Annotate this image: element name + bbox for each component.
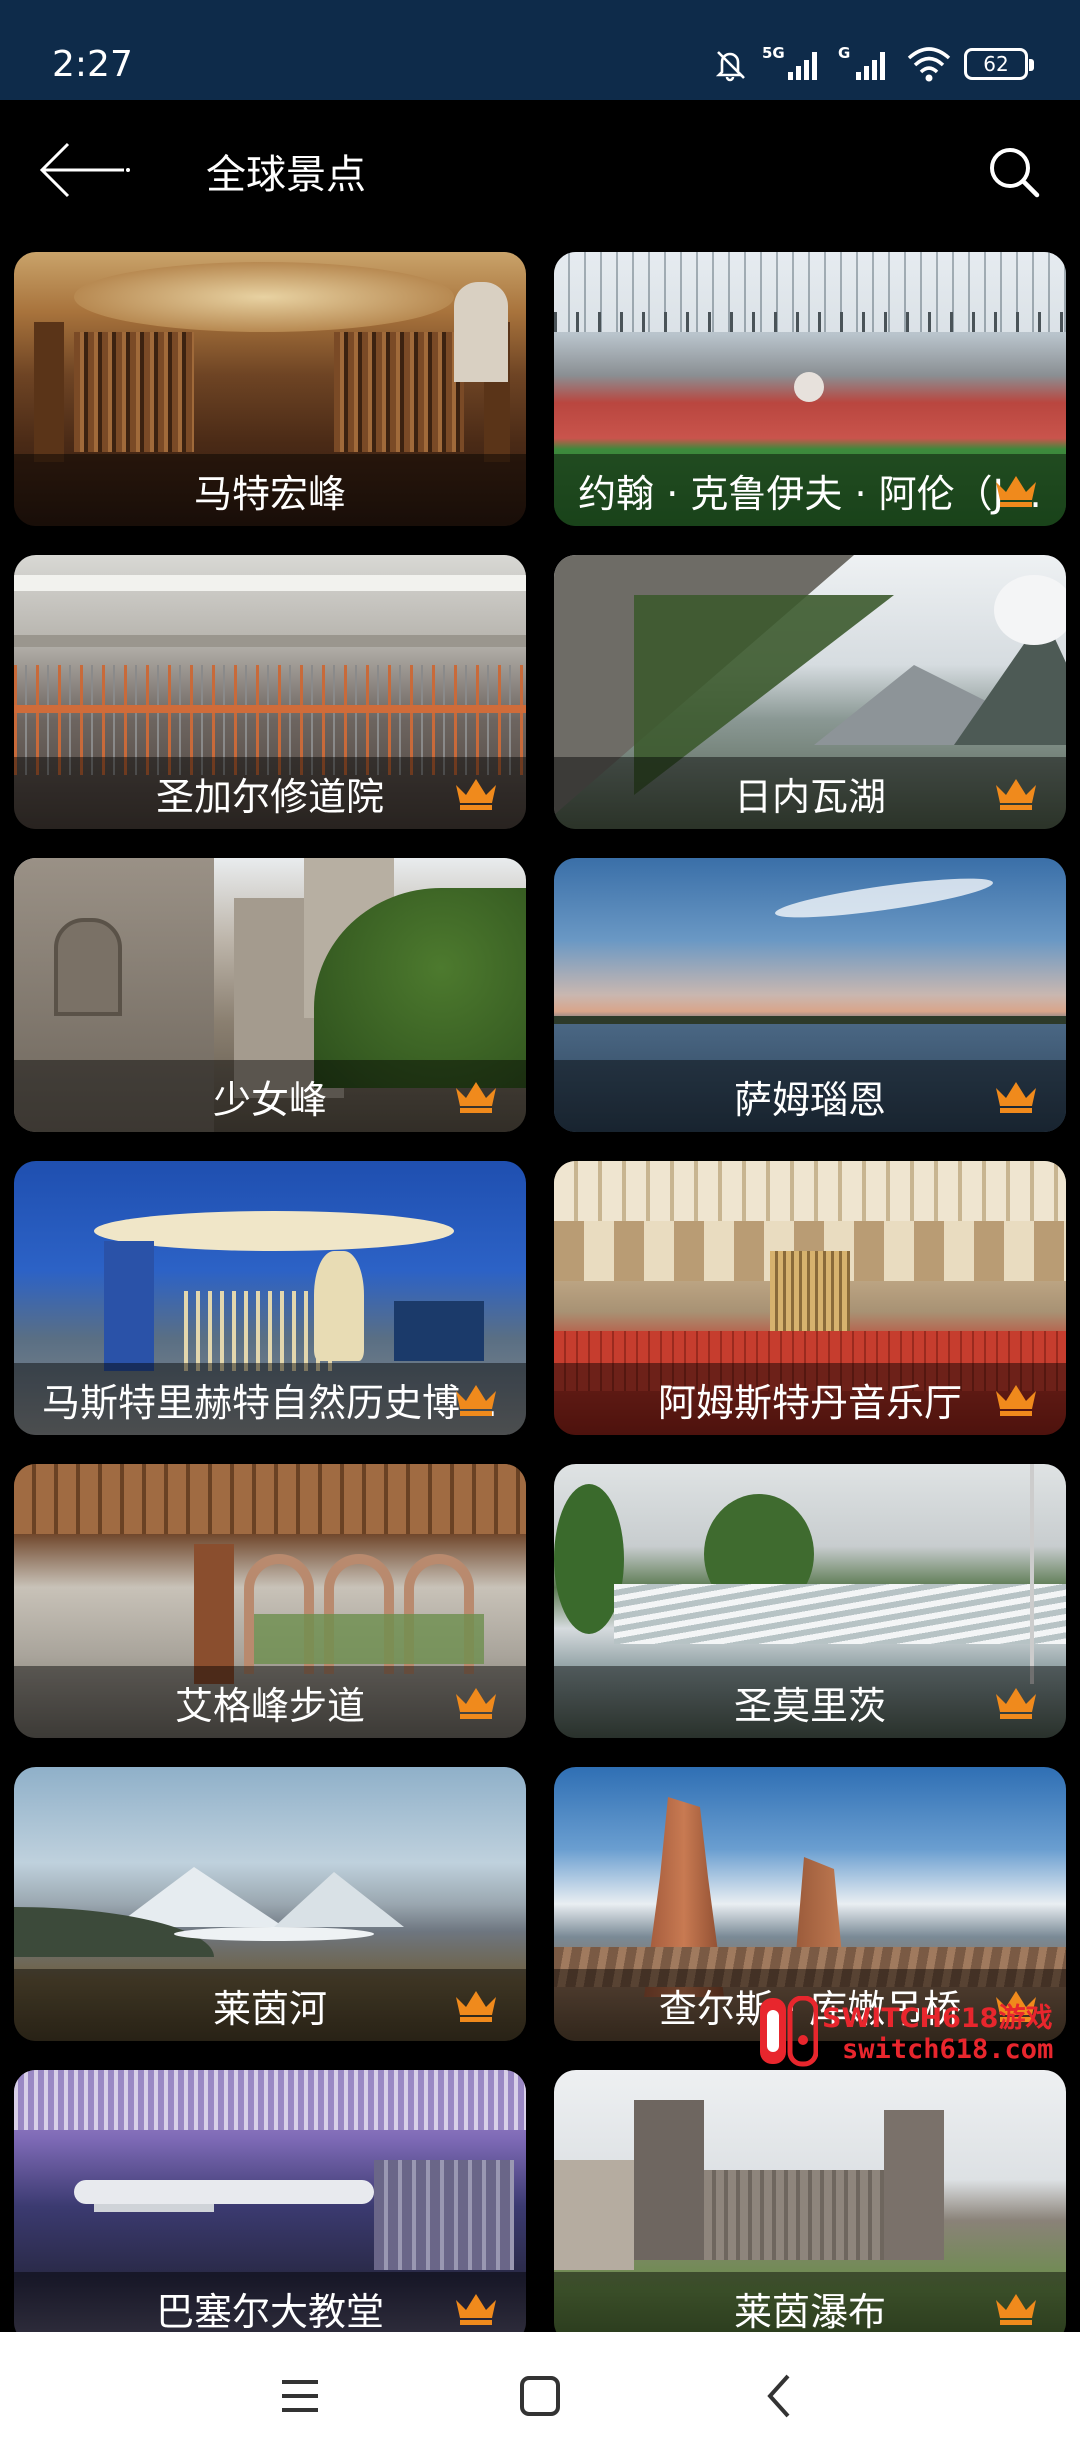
nav-back-button[interactable] — [752, 2368, 808, 2424]
place-name: 约翰 · 克鲁伊夫 · 阿伦（J… — [578, 471, 1042, 516]
crown-icon — [996, 476, 1036, 507]
back-arrow-icon — [39, 142, 130, 198]
place-name: 莱茵瀑布 — [733, 2289, 886, 2333]
status-time: 2:27 — [52, 44, 133, 85]
place-card-samnaun[interactable]: 萨姆瑙恩 — [554, 858, 1066, 1132]
place-name: 巴塞尔大教堂 — [155, 2289, 384, 2333]
watermark-url: switch618.com — [842, 2034, 1054, 2065]
crown-icon — [456, 1991, 496, 2022]
place-caption: 莱茵瀑布 — [554, 2272, 1066, 2332]
svg-text:G: G — [838, 44, 850, 62]
page-title: 全球景点 — [206, 152, 366, 198]
place-caption: 莱茵河 — [14, 1969, 526, 2041]
wifi-icon — [907, 47, 951, 82]
place-card-abbey-of-saint-gall[interactable]: 圣加尔修道院 — [14, 555, 526, 829]
place-caption: 马斯特里赫特自然历史博… — [14, 1363, 526, 1435]
place-name: 日内瓦湖 — [733, 774, 886, 819]
crown-icon — [456, 1385, 496, 1416]
crown-icon — [996, 2294, 1036, 2325]
place-caption: 阿姆斯特丹音乐厅 — [554, 1363, 1066, 1435]
place-card-johan-cruijff-arena[interactable]: 约翰 · 克鲁伊夫 · 阿伦（J… — [554, 252, 1066, 526]
place-card-jungfrau[interactable]: 少女峰 — [14, 858, 526, 1132]
place-name: 马斯特里赫特自然历史博… — [41, 1380, 498, 1425]
place-caption: 巴塞尔大教堂 — [14, 2272, 526, 2332]
crown-icon — [456, 779, 496, 810]
search-button[interactable] — [984, 142, 1044, 202]
battery-level: 62 — [983, 52, 1009, 76]
crown-icon — [996, 1082, 1036, 1113]
place-card-rhine[interactable]: 莱茵河 — [14, 1767, 526, 2041]
place-card-basel-minster[interactable]: 巴塞尔大教堂 — [14, 2070, 526, 2332]
place-caption: 艾格峰步道 — [14, 1666, 526, 1738]
place-caption: 萨姆瑙恩 — [554, 1060, 1066, 1132]
signal-5g-icon: 5G — [762, 44, 826, 84]
place-card-st-moritz[interactable]: 圣莫里茨 — [554, 1464, 1066, 1738]
app-header: 全球景点 — [0, 100, 1080, 240]
place-name: 圣加尔修道院 — [155, 774, 384, 819]
nav-home-button[interactable] — [512, 2368, 568, 2424]
switch-logo-icon — [760, 1996, 818, 2067]
home-icon — [520, 2376, 560, 2416]
place-caption: 马特宏峰 — [14, 454, 526, 526]
place-name: 阿姆斯特丹音乐厅 — [657, 1380, 962, 1425]
place-name: 少女峰 — [212, 1077, 327, 1122]
place-card-natural-history-museum-maastricht[interactable]: 马斯特里赫特自然历史博… — [14, 1161, 526, 1435]
search-icon — [990, 148, 1040, 198]
place-card-matterhorn[interactable]: 马特宏峰 — [14, 252, 526, 526]
place-name: 莱茵河 — [212, 1986, 327, 2031]
battery-icon: 62 — [964, 48, 1034, 80]
place-name: 马特宏峰 — [193, 471, 346, 516]
crown-icon — [456, 1082, 496, 1113]
place-name: 艾格峰步道 — [174, 1683, 365, 1728]
nav-menu-button[interactable] — [272, 2368, 328, 2424]
status-icons: 5G G 62 — [710, 42, 1034, 86]
menu-icon — [282, 2380, 318, 2412]
place-caption: 日内瓦湖 — [554, 757, 1066, 829]
watermark: SWITCH618游戏 switch618.com — [758, 1996, 1064, 2072]
place-name: 萨姆瑙恩 — [733, 1077, 886, 1122]
back-button[interactable] — [36, 138, 136, 202]
watermark-title: SWITCH618游戏 — [822, 2003, 1053, 2034]
crown-icon — [996, 1385, 1036, 1416]
system-nav-bar — [0, 2332, 1080, 2460]
crown-icon — [456, 2294, 496, 2325]
place-card-eiger-trail[interactable]: 艾格峰步道 — [14, 1464, 526, 1738]
crown-icon — [996, 1688, 1036, 1719]
place-caption: 约翰 · 克鲁伊夫 · 阿伦（J… — [554, 454, 1066, 526]
crown-icon — [456, 1688, 496, 1719]
place-caption: 圣加尔修道院 — [14, 757, 526, 829]
place-name: 圣莫里茨 — [733, 1683, 886, 1728]
place-card-rhine-falls[interactable]: 莱茵瀑布 — [554, 2070, 1066, 2332]
signal-g-icon: G — [838, 44, 885, 80]
place-card-concertgebouw[interactable]: 阿姆斯特丹音乐厅 — [554, 1161, 1066, 1435]
place-caption: 少女峰 — [14, 1060, 526, 1132]
mute-bell-icon — [715, 51, 745, 82]
crown-icon — [996, 779, 1036, 810]
status-bar: 2:27 5G G 62 — [0, 0, 1080, 100]
place-card-lake-geneva[interactable]: 日内瓦湖 — [554, 555, 1066, 829]
place-caption: 圣莫里茨 — [554, 1666, 1066, 1738]
chevron-left-icon — [767, 2374, 790, 2418]
